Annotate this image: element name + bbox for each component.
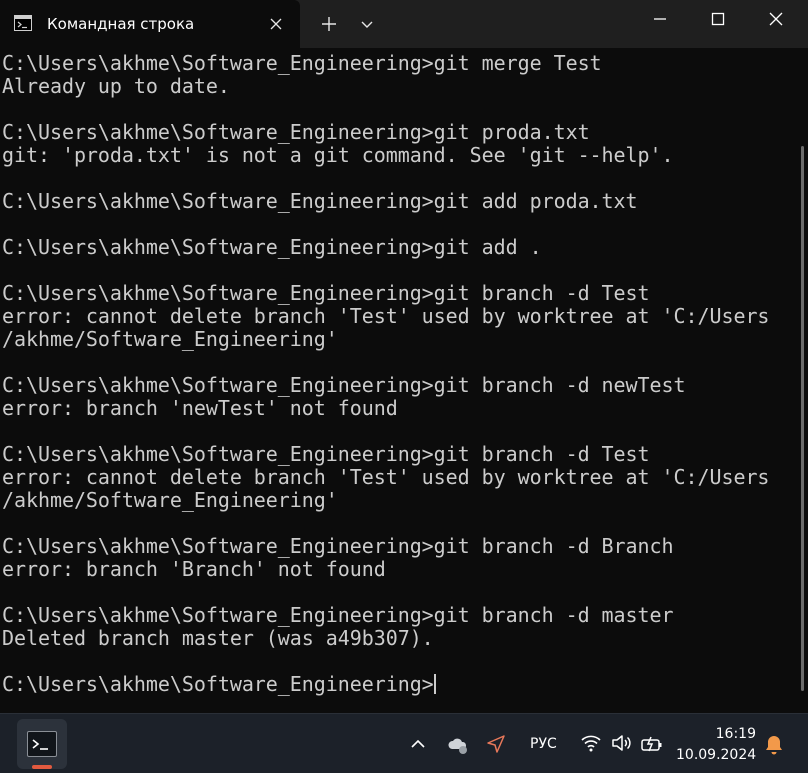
console-line: error: cannot delete branch 'Test' used …	[2, 304, 770, 328]
plus-icon	[322, 17, 336, 31]
clock-date[interactable]: 10.09.2024	[676, 747, 756, 763]
console-prompt-line[interactable]: C:\Users\akhme\Software_Engineering>	[2, 673, 796, 696]
console-text: C:\Users\akhme\Software_Engineering>git …	[0, 48, 796, 696]
console-line: error: branch 'Branch' not found	[2, 557, 386, 581]
title-bar: Командная строка	[0, 0, 808, 48]
console-line: git: 'proda.txt' is not a git command. S…	[2, 143, 674, 167]
console-line: C:\Users\akhme\Software_Engineering>git …	[2, 189, 638, 213]
maximize-button[interactable]	[703, 8, 733, 30]
tab-title: Командная строка	[47, 15, 195, 33]
console-line: C:\Users\akhme\Software_Engineering>git …	[2, 235, 542, 259]
console-line: C:\Users\akhme\Software_Engineering>git …	[2, 442, 650, 466]
onedrive-button[interactable]	[446, 734, 470, 756]
battery-charging-icon	[641, 736, 662, 752]
volume-button[interactable]	[610, 733, 634, 753]
notifications-button[interactable]	[763, 733, 785, 757]
send-app-button[interactable]	[484, 732, 508, 756]
console-line: C:\Users\akhme\Software_Engineering>git …	[2, 534, 674, 558]
console-line: C:\Users\akhme\Software_Engineering>git …	[2, 281, 650, 305]
chevron-down-icon	[361, 21, 373, 28]
language-indicator[interactable]: РУС	[530, 736, 557, 752]
console-line: C:\Users\akhme\Software_Engineering>git …	[2, 120, 590, 144]
console-line: C:\Users\akhme\Software_Engineering>git …	[2, 603, 674, 627]
close-window-button[interactable]	[761, 8, 791, 30]
close-icon	[270, 18, 282, 30]
console-line: Deleted branch master (was a49b307).	[2, 626, 434, 650]
chevron-up-icon	[411, 739, 425, 748]
close-icon	[769, 12, 783, 26]
active-app-indicator	[32, 765, 52, 769]
cloud-icon	[448, 738, 467, 754]
console-line: C:\Users\akhme\Software_Engineering>git …	[2, 373, 686, 397]
terminal-icon	[27, 731, 57, 757]
new-tab-button[interactable]	[316, 12, 342, 36]
taskbar-terminal-app[interactable]	[17, 719, 67, 769]
volume-icon	[612, 735, 631, 751]
tab-close-button[interactable]	[266, 14, 286, 34]
console-prompt: C:\Users\akhme\Software_Engineering>	[2, 672, 434, 696]
console-output[interactable]: C:\Users\akhme\Software_Engineering>git …	[0, 48, 796, 713]
console-icon	[14, 15, 32, 31]
console-line: Already up to date.	[2, 74, 230, 98]
text-cursor	[433, 674, 436, 694]
send-icon	[487, 735, 505, 753]
clock-time[interactable]: 16:19	[700, 726, 756, 742]
minimize-icon	[654, 18, 666, 20]
wifi-icon	[581, 735, 601, 752]
minimize-button[interactable]	[645, 8, 675, 30]
maximize-icon	[711, 12, 725, 26]
taskbar: РУС 16:19 10.09.2024	[0, 713, 808, 773]
console-scrollbar[interactable]	[796, 48, 808, 713]
console-line: /akhme/Software_Engineering'	[2, 488, 338, 512]
scrollbar-thumb[interactable]	[801, 146, 804, 691]
tab-command-prompt[interactable]: Командная строка	[0, 0, 300, 48]
tab-dropdown-button[interactable]	[356, 12, 378, 36]
console-line: error: branch 'newTest' not found	[2, 396, 398, 420]
console-line: /akhme/Software_Engineering'	[2, 327, 338, 351]
console-line: error: cannot delete branch 'Test' used …	[2, 465, 770, 489]
console-line: C:\Users\akhme\Software_Engineering>git …	[2, 51, 602, 75]
wifi-button[interactable]	[580, 733, 602, 753]
battery-button[interactable]	[640, 734, 664, 754]
show-hidden-icons-button[interactable]	[408, 734, 428, 754]
bell-icon	[766, 736, 782, 755]
